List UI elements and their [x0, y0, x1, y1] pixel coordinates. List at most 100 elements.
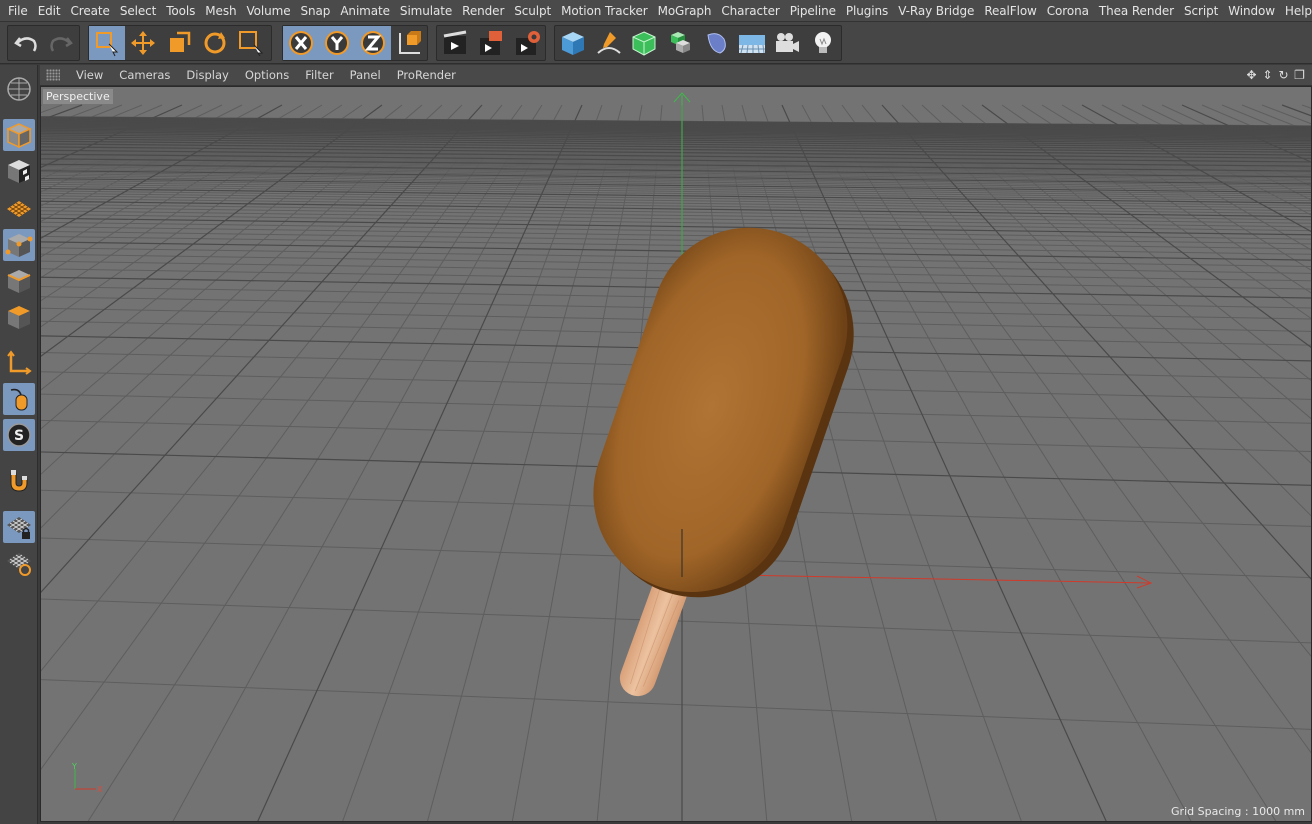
array-button[interactable] — [662, 26, 698, 60]
menu-mograph[interactable]: MoGraph — [653, 0, 717, 22]
move-button[interactable] — [125, 26, 161, 60]
solo-button[interactable]: S — [3, 419, 35, 451]
light-icon — [815, 32, 832, 53]
render-settings-icon — [516, 31, 540, 55]
coordinate-system-button[interactable] — [391, 26, 427, 60]
perspective-viewport[interactable]: Y X Perspective Grid Spacing : 1000 mm — [40, 86, 1312, 822]
viewport-grip-icon[interactable] — [46, 69, 60, 81]
scale-icon — [170, 31, 191, 52]
solo-icon: S — [7, 423, 31, 447]
undo-icon — [13, 37, 37, 52]
redo-button[interactable] — [44, 26, 80, 60]
mini-axis-y-label: Y — [71, 762, 77, 771]
pen-spline-button[interactable] — [591, 26, 627, 60]
dolly-icon[interactable]: ⇕ — [1261, 68, 1274, 82]
menu-simulate[interactable]: Simulate — [395, 0, 457, 22]
cube-icon — [561, 32, 584, 55]
workplane-mode-button[interactable] — [3, 191, 35, 223]
objects-group — [554, 25, 842, 61]
y-axis-lock-icon — [325, 31, 349, 55]
model-mode-icon — [6, 123, 32, 149]
viewport-menu-prorender[interactable]: ProRender — [389, 68, 464, 82]
menu-animate[interactable]: Animate — [335, 0, 395, 22]
render-view-button[interactable] — [437, 26, 473, 60]
render-picture-viewer-button[interactable] — [473, 26, 509, 60]
grid-spacing-readout: Grid Spacing : 1000 mm — [1171, 805, 1305, 818]
mode-palette: S — [0, 65, 38, 824]
coordinate-system-icon — [399, 31, 421, 54]
x-axis-lock-button[interactable] — [283, 26, 319, 60]
maximize-icon[interactable]: ❐ — [1293, 68, 1306, 82]
tweak-mode-button[interactable] — [3, 383, 35, 415]
menu-motion-tracker[interactable]: Motion Tracker — [556, 0, 652, 22]
workplane-align-button[interactable] — [3, 547, 35, 579]
menu-corona[interactable]: Corona — [1042, 0, 1094, 22]
viewport-menu-cameras[interactable]: Cameras — [111, 68, 178, 82]
menu-script[interactable]: Script — [1179, 0, 1223, 22]
snap-magnet-button[interactable] — [3, 465, 35, 497]
model-mode-button[interactable] — [3, 119, 35, 151]
light-button[interactable] — [805, 26, 841, 60]
undo-button[interactable] — [8, 26, 44, 60]
viewport-canvas: Y X — [41, 87, 1311, 821]
menu-file[interactable]: File — [3, 0, 33, 22]
menu-pipeline[interactable]: Pipeline — [785, 0, 841, 22]
y-axis-lock-button[interactable] — [319, 26, 355, 60]
render-picture-viewer-icon — [480, 31, 502, 55]
menu-render[interactable]: Render — [457, 0, 509, 22]
pan-icon[interactable]: ✥ — [1245, 68, 1258, 82]
polygons-mode-icon — [8, 306, 30, 329]
viewport-menu-options[interactable]: Options — [237, 68, 297, 82]
make-editable-button[interactable] — [3, 73, 35, 105]
main-toolbar — [0, 22, 1312, 64]
menu-character[interactable]: Character — [716, 0, 784, 22]
menu-snap[interactable]: Snap — [296, 0, 336, 22]
rotate-button[interactable] — [197, 26, 233, 60]
viewport-menu-panel[interactable]: Panel — [342, 68, 389, 82]
tools-group — [88, 25, 272, 61]
live-selection-button[interactable] — [89, 26, 125, 60]
floor-button[interactable] — [734, 26, 770, 60]
menu-select[interactable]: Select — [115, 0, 161, 22]
workplane-lock-button[interactable] — [3, 511, 35, 543]
camera-button[interactable] — [770, 26, 806, 60]
texture-mode-button[interactable] — [3, 155, 35, 187]
menu-mesh[interactable]: Mesh — [200, 0, 241, 22]
menu-realflow[interactable]: RealFlow — [979, 0, 1041, 22]
viewport-camera-label[interactable]: Perspective — [43, 89, 113, 104]
render-settings-button[interactable] — [509, 26, 545, 60]
menu-help[interactable]: Help — [1280, 0, 1312, 22]
menu-tools[interactable]: Tools — [161, 0, 200, 22]
orbit-icon[interactable]: ↻ — [1277, 68, 1290, 82]
rotate-icon — [204, 32, 226, 54]
camera-icon — [776, 33, 800, 52]
snap-magnet-icon — [10, 470, 28, 492]
subdivision-button[interactable] — [627, 26, 663, 60]
cube-button[interactable] — [555, 26, 591, 60]
menu-thea-render[interactable]: Thea Render — [1094, 0, 1179, 22]
axis-mode-button[interactable] — [3, 347, 35, 379]
z-axis-lock-button[interactable] — [355, 26, 391, 60]
menu-v-ray-bridge[interactable]: V-Ray Bridge — [893, 0, 979, 22]
menu-edit[interactable]: Edit — [33, 0, 66, 22]
scale-button[interactable] — [161, 26, 197, 60]
polygons-mode-button[interactable] — [3, 301, 35, 333]
viewport-menu-filter[interactable]: Filter — [297, 68, 341, 82]
z-axis-lock-icon — [361, 31, 385, 55]
recent-tool-button[interactable] — [233, 26, 269, 60]
menu-window[interactable]: Window — [1223, 0, 1280, 22]
menu-create[interactable]: Create — [66, 0, 115, 22]
viewport-menu-display[interactable]: Display — [178, 68, 236, 82]
recent-tool-icon — [239, 31, 264, 57]
edges-mode-button[interactable] — [3, 265, 35, 297]
menu-sculpt[interactable]: Sculpt — [509, 0, 556, 22]
axes-group — [282, 25, 428, 61]
deformer-button[interactable] — [698, 26, 734, 60]
points-mode-button[interactable] — [3, 229, 35, 261]
subdivision-icon — [632, 31, 656, 56]
viewport-nav-controls: ✥ ⇕ ↻ ❐ — [1245, 68, 1306, 82]
menu-volume[interactable]: Volume — [242, 0, 296, 22]
menu-plugins[interactable]: Plugins — [841, 0, 893, 22]
mini-axis-x-label: X — [97, 785, 103, 794]
viewport-menu-view[interactable]: View — [68, 68, 111, 82]
